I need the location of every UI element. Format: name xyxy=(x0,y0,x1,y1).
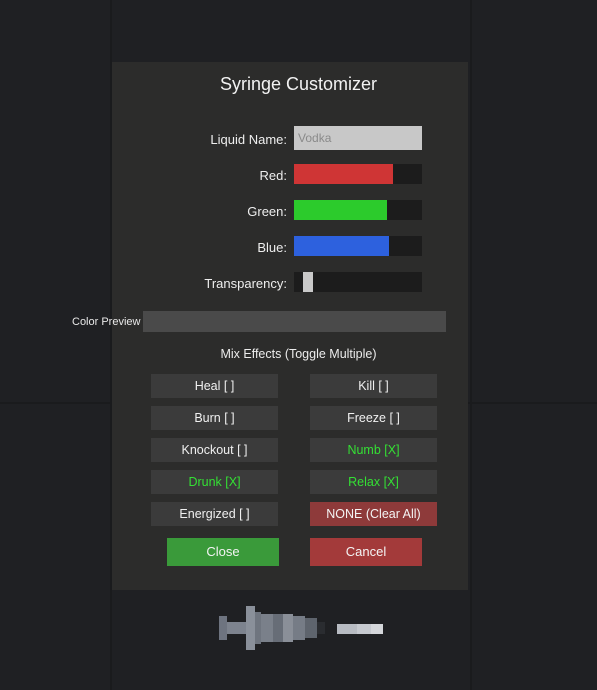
effect-toggle[interactable]: Energized [ ] xyxy=(151,502,278,526)
effect-toggle[interactable]: Heal [ ] xyxy=(151,374,278,398)
color-preview-swatch xyxy=(143,311,446,332)
red-slider-fill xyxy=(294,164,393,184)
green-slider[interactable] xyxy=(294,200,422,220)
effect-toggle[interactable]: Kill [ ] xyxy=(310,374,437,398)
transparency-slider[interactable] xyxy=(294,272,422,292)
effect-toggle[interactable]: Knockout [ ] xyxy=(151,438,278,462)
green-label: Green: xyxy=(247,204,287,219)
effect-toggle[interactable]: Freeze [ ] xyxy=(310,406,437,430)
close-button[interactable]: Close xyxy=(167,538,279,566)
background-seam xyxy=(470,0,472,690)
red-label: Red: xyxy=(259,168,287,183)
color-preview-label: Color Preview xyxy=(72,316,141,328)
green-slider-fill xyxy=(294,200,387,220)
blue-slider[interactable] xyxy=(294,236,422,256)
effect-toggle[interactable]: Burn [ ] xyxy=(151,406,278,430)
mix-effects-title: Mix Effects (Toggle Multiple) xyxy=(220,347,377,361)
dialog-title: Syringe Customizer xyxy=(219,74,378,94)
effect-toggle[interactable]: Relax [X] xyxy=(310,470,437,494)
cancel-button[interactable]: Cancel xyxy=(310,538,422,566)
liquid-name-label: Liquid Name: xyxy=(210,132,287,147)
clear-effects-button[interactable]: NONE (Clear All) xyxy=(310,502,437,526)
liquid-name-input[interactable]: Vodka xyxy=(294,126,422,150)
effect-toggle[interactable]: Numb [X] xyxy=(310,438,437,462)
blue-slider-fill xyxy=(294,236,389,256)
red-slider[interactable] xyxy=(294,164,422,184)
effect-toggle[interactable]: Drunk [X] xyxy=(151,470,278,494)
transparency-slider-handle[interactable] xyxy=(303,272,313,292)
transparency-label: Transparency: xyxy=(204,276,287,291)
blue-label: Blue: xyxy=(257,240,287,255)
